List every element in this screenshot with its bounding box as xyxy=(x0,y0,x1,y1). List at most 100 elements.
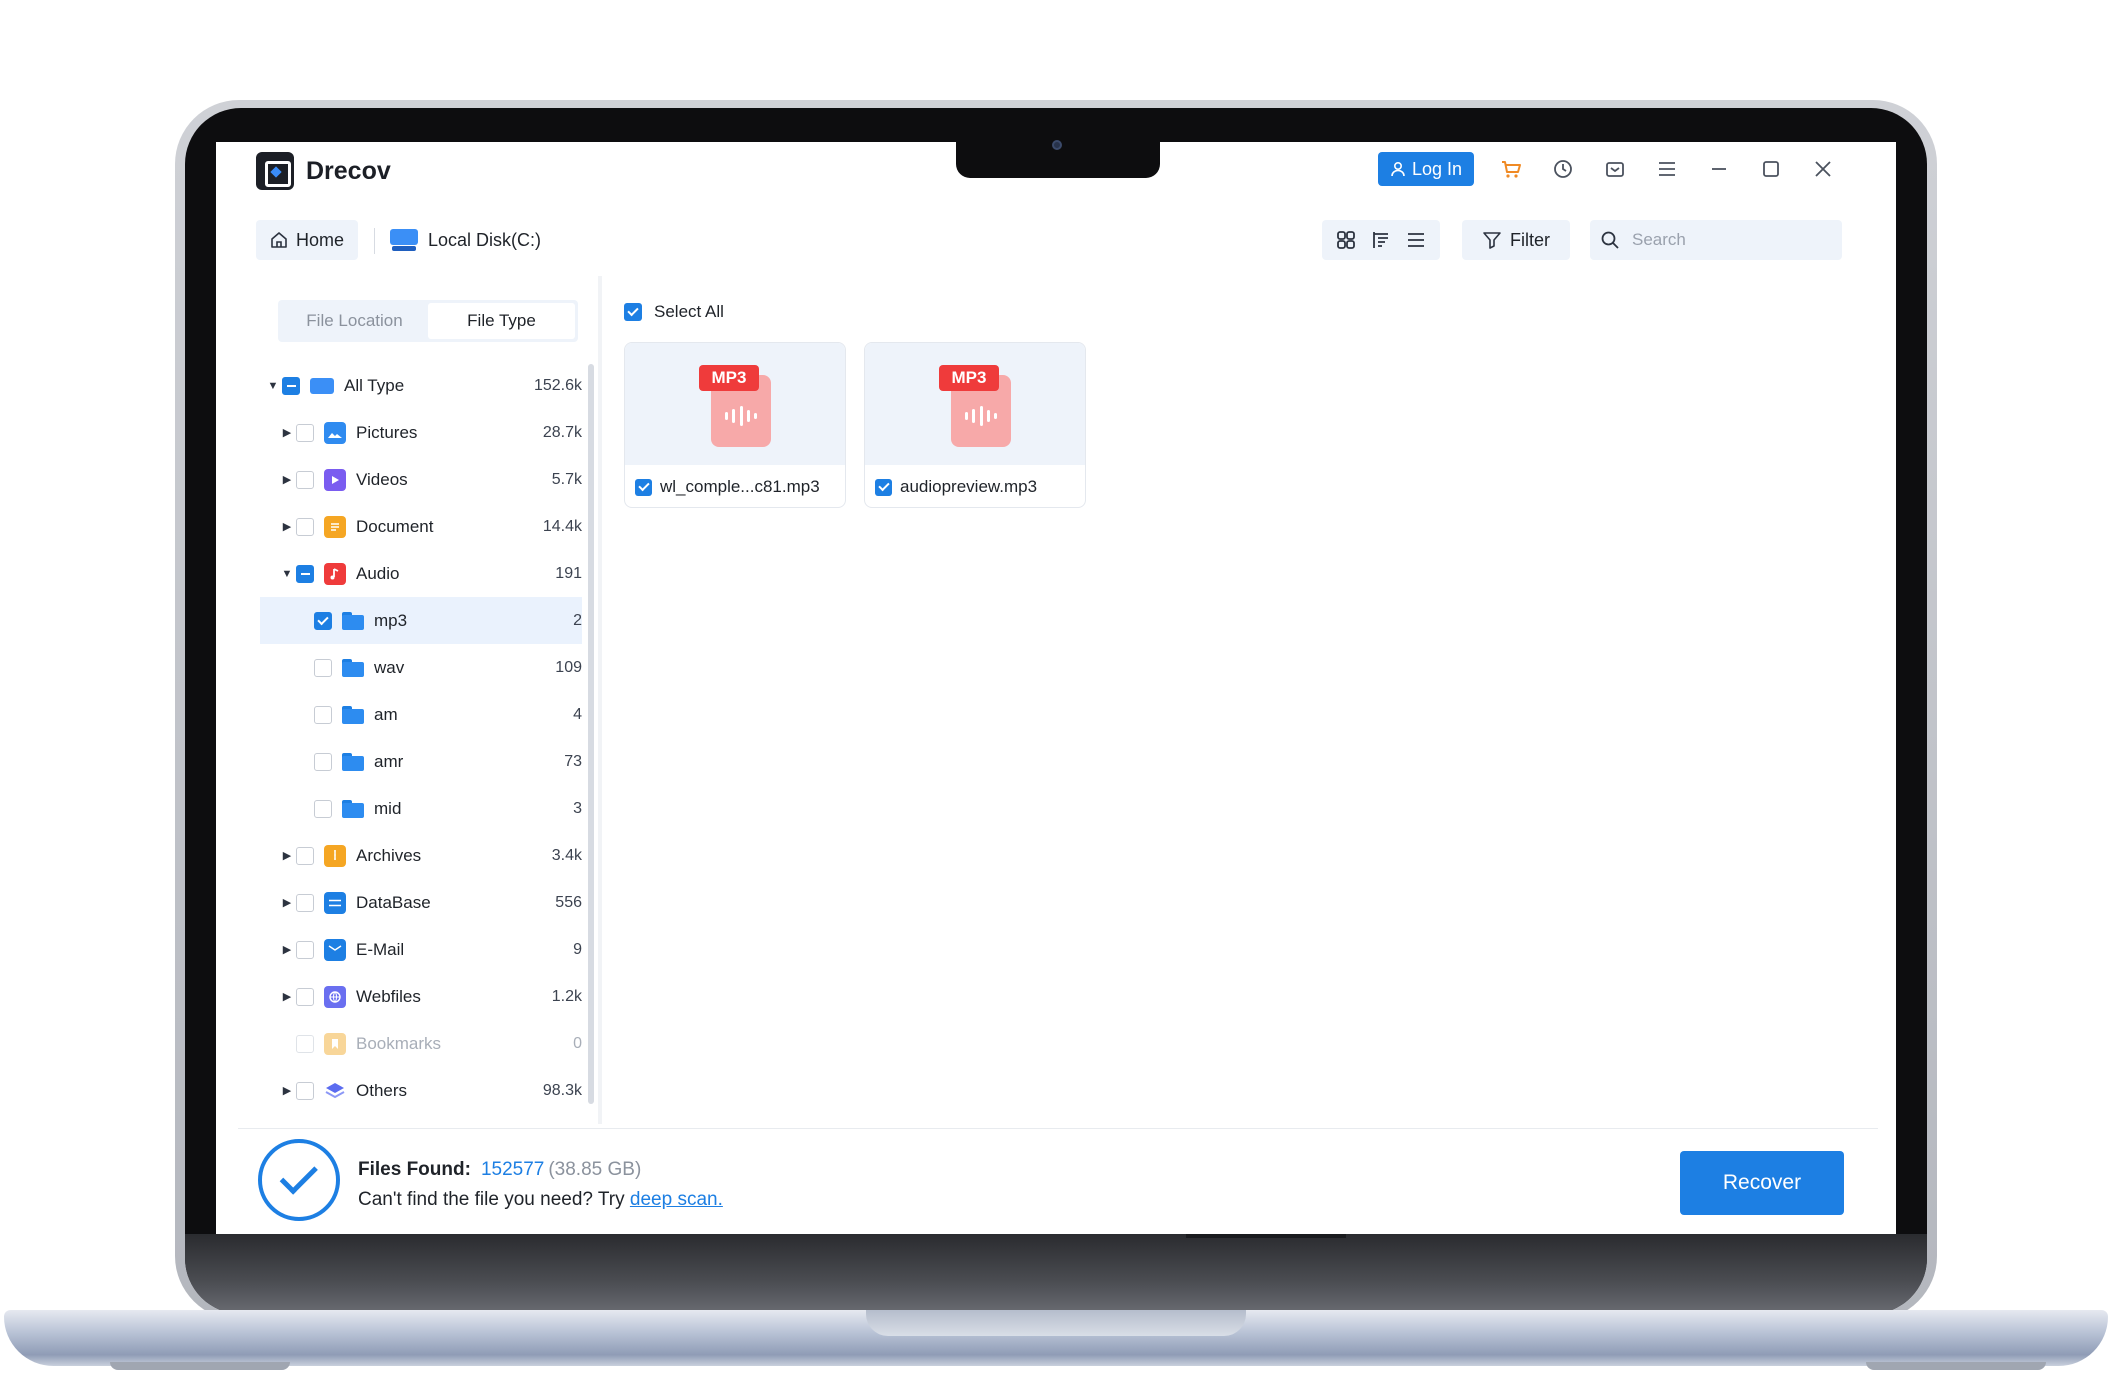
home-icon xyxy=(271,232,287,248)
expand-arrow-icon[interactable]: ▼ xyxy=(266,379,280,393)
login-button[interactable]: Log In xyxy=(1377,152,1474,186)
tree-row-mp3[interactable]: mp3 2 xyxy=(260,597,582,644)
file-name: audiopreview.mp3 xyxy=(900,477,1038,496)
recover-button[interactable]: Recover xyxy=(1680,1151,1844,1215)
home-button[interactable]: Home xyxy=(256,220,359,260)
tree-row-archives[interactable]: ▶ Archives 3.4k xyxy=(260,832,582,879)
search-icon xyxy=(1601,231,1619,249)
laptop-thumb-notch xyxy=(866,1310,1246,1336)
breadcrumb-location[interactable]: Local Disk(C:) xyxy=(390,220,541,260)
grid-view-icon[interactable] xyxy=(1331,225,1361,255)
email-icon xyxy=(324,938,346,961)
tree-label: Audio xyxy=(356,563,400,583)
database-icon xyxy=(324,891,346,914)
tree-checkbox[interactable] xyxy=(296,470,314,489)
web-icon xyxy=(324,985,346,1008)
expand-arrow-icon[interactable]: ▶ xyxy=(280,896,294,910)
tree-row-email[interactable]: ▶ E-Mail 9 xyxy=(260,926,582,973)
tree-checkbox[interactable] xyxy=(296,517,314,536)
tree-checkbox[interactable] xyxy=(296,893,314,912)
folder-icon xyxy=(342,611,364,630)
file-name: wl_comple...c81.mp3 xyxy=(660,477,820,496)
file-type-tree: ▼ All Type 152.6k ▶ Pictures 28.7k ▶ Vid… xyxy=(260,362,582,1114)
tree-count: 3.4k xyxy=(551,846,582,864)
tree-row-mid[interactable]: mid 3 xyxy=(260,785,582,832)
tree-checkbox[interactable] xyxy=(314,611,332,630)
tree-checkbox[interactable] xyxy=(314,752,332,771)
tab-file-type[interactable]: File Type xyxy=(428,303,575,339)
expand-arrow-icon[interactable]: ▶ xyxy=(280,520,294,534)
tree-checkbox[interactable] xyxy=(296,564,314,583)
folder-icon xyxy=(342,658,364,677)
folder-icon xyxy=(342,705,364,724)
tree-row-document[interactable]: ▶ Document 14.4k xyxy=(260,503,582,550)
tree-count: 14.4k xyxy=(542,517,582,535)
search-input[interactable] xyxy=(1632,230,1812,250)
tree-checkbox[interactable] xyxy=(314,799,332,818)
tree-row-webfiles[interactable]: ▶ Webfiles 1.2k xyxy=(260,973,582,1020)
tree-checkbox[interactable] xyxy=(296,1081,314,1100)
toolbar: Home Local Disk(C:) Filter xyxy=(216,220,1896,262)
disk-icon xyxy=(390,229,418,251)
file-checkbox[interactable] xyxy=(635,478,652,496)
tree-label: DataBase xyxy=(356,892,431,912)
tree-checkbox[interactable] xyxy=(282,376,300,395)
tree-row-audio[interactable]: ▼ Audio 191 xyxy=(260,550,582,597)
status-bar: Files Found: 152577 (38.85 GB) Can't fin… xyxy=(238,1128,1878,1234)
folder-icon xyxy=(342,799,364,818)
expand-arrow-icon[interactable]: ▼ xyxy=(280,567,294,581)
tree-row-amr[interactable]: amr 73 xyxy=(260,738,582,785)
sidebar-scrollbar[interactable] xyxy=(588,364,594,1104)
tree-checkbox[interactable] xyxy=(296,987,314,1006)
expand-arrow-icon[interactable]: ▶ xyxy=(280,943,294,957)
tree-checkbox[interactable] xyxy=(314,658,332,677)
tree-checkbox[interactable] xyxy=(296,940,314,959)
select-all-checkbox[interactable]: Select All xyxy=(624,302,724,322)
tree-checkbox[interactable] xyxy=(314,705,332,724)
expand-arrow-icon[interactable]: ▶ xyxy=(280,1084,294,1098)
laptop-chin xyxy=(185,1234,1927,1314)
app-title: Drecov xyxy=(306,156,391,185)
tab-file-location[interactable]: File Location xyxy=(281,303,428,339)
tree-checkbox[interactable] xyxy=(296,423,314,442)
tree-count: 1.2k xyxy=(551,987,582,1005)
tree-checkbox[interactable] xyxy=(296,846,314,865)
file-thumbnail: MP3 xyxy=(625,343,845,465)
file-card-footer: wl_comple...c81.mp3 xyxy=(625,465,845,507)
window-controls: Log In xyxy=(1377,152,1838,186)
file-card[interactable]: MP3 audiopreview.mp3 xyxy=(864,342,1086,508)
file-type-badge: MP3 xyxy=(699,365,759,391)
list-view-icon[interactable] xyxy=(1401,225,1431,255)
tree-row-am[interactable]: am 4 xyxy=(260,691,582,738)
tree-row-wav[interactable]: wav 109 xyxy=(260,644,582,691)
sort-icon[interactable] xyxy=(1366,225,1396,255)
message-icon[interactable] xyxy=(1600,154,1630,184)
expand-arrow-icon[interactable]: ▶ xyxy=(280,990,294,1004)
minimize-icon[interactable] xyxy=(1704,154,1734,184)
tree-row-others[interactable]: ▶ Others 98.3k xyxy=(260,1067,582,1114)
menu-icon[interactable] xyxy=(1652,154,1682,184)
file-grid-area: Select All MP3 wl_comple...c81.mp3 MP3 a… xyxy=(602,276,1842,1124)
file-card[interactable]: MP3 wl_comple...c81.mp3 xyxy=(624,342,846,508)
expand-arrow-icon[interactable]: ▶ xyxy=(280,849,294,863)
close-icon[interactable] xyxy=(1808,154,1838,184)
main-panel: File Location File Type ▼ All Type 152.6… xyxy=(256,276,1842,1124)
tree-label: amr xyxy=(374,751,404,771)
expand-arrow-icon[interactable]: ▶ xyxy=(280,473,294,487)
tree-row-all-type[interactable]: ▼ All Type 152.6k xyxy=(260,362,582,409)
expand-arrow-icon[interactable]: ▶ xyxy=(280,426,294,440)
laptop-foot-left xyxy=(110,1362,290,1370)
tree-row-pictures[interactable]: ▶ Pictures 28.7k xyxy=(260,409,582,456)
maximize-icon[interactable] xyxy=(1756,154,1786,184)
file-checkbox[interactable] xyxy=(875,478,892,496)
tree-row-videos[interactable]: ▶ Videos 5.7k xyxy=(260,456,582,503)
breadcrumb-separator xyxy=(374,228,375,254)
tree-row-database[interactable]: ▶ DataBase 556 xyxy=(260,879,582,926)
history-icon[interactable] xyxy=(1548,154,1578,184)
tree-count: 73 xyxy=(564,752,582,770)
cart-icon[interactable] xyxy=(1496,154,1526,184)
deep-scan-link[interactable]: deep scan. xyxy=(630,1189,723,1210)
filter-button[interactable]: Filter xyxy=(1462,220,1570,260)
file-type-badge: MP3 xyxy=(939,365,999,391)
files-found-size: (38.85 GB) xyxy=(548,1159,642,1180)
